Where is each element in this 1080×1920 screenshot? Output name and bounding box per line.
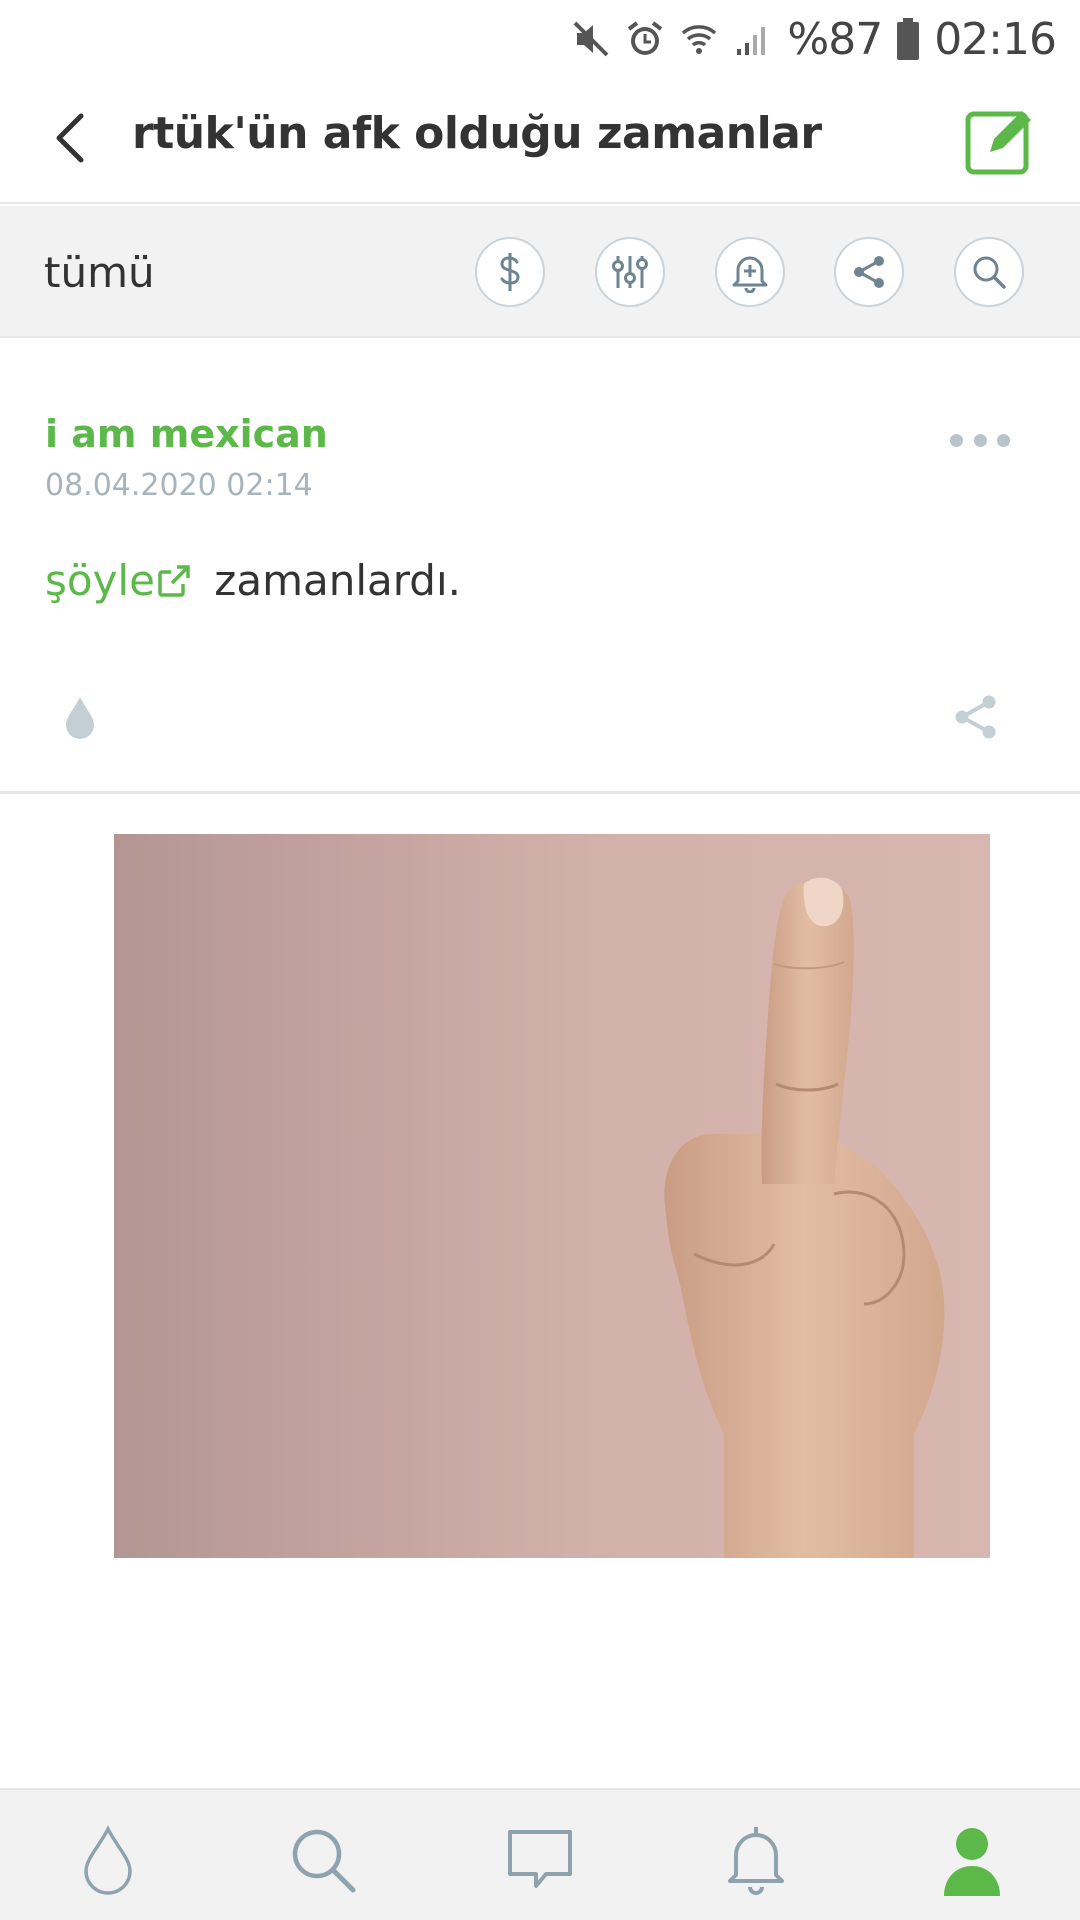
nav-search[interactable] [283, 1820, 363, 1900]
entry-share-button[interactable] [952, 693, 1002, 743]
nav-notifications[interactable] [716, 1820, 796, 1900]
dollar-icon [500, 253, 520, 291]
entry-body: şöyle zamanlardı. [45, 556, 461, 605]
back-button[interactable] [40, 106, 100, 170]
bottom-navigation [0, 1788, 1080, 1920]
write-entry-button[interactable] [964, 102, 1038, 176]
mute-icon [573, 21, 609, 57]
entry-link[interactable]: şöyle [45, 556, 155, 605]
status-icons: %87 02:16 [571, 13, 1057, 65]
search-in-topic-button[interactable] [954, 237, 1024, 307]
entry-author[interactable]: i am mexican [45, 412, 328, 456]
nav-today[interactable] [68, 1820, 148, 1900]
more-dot [973, 433, 987, 447]
sliders-icon [612, 256, 648, 288]
share-icon [955, 695, 996, 739]
topic-toolbar: tümü [0, 206, 1080, 338]
filter-settings-button[interactable] [595, 237, 665, 307]
topic-header: rtük'ün afk olduğu zamanlar [0, 76, 1080, 204]
share-icon [854, 256, 884, 288]
search-icon [973, 256, 1006, 289]
nav-messages[interactable] [500, 1820, 580, 1900]
favorite-drop-button[interactable] [60, 693, 100, 743]
battery-icon [897, 18, 920, 60]
search-icon [292, 1829, 356, 1893]
pencil-icon [965, 107, 1033, 175]
battery-percent: %87 [787, 13, 883, 65]
filter-selector[interactable]: tümü [44, 248, 155, 297]
entry-more-button[interactable] [950, 428, 1010, 452]
status-bar: %87 02:16 [0, 0, 1080, 76]
entry-text: zamanlardı. [200, 556, 461, 605]
nav-profile[interactable] [932, 1820, 1012, 1900]
linked-image[interactable] [114, 834, 990, 1558]
share-topic-button[interactable] [834, 237, 904, 307]
external-link-icon [158, 564, 190, 597]
hand-illustration [664, 877, 945, 1558]
user-icon [944, 1828, 1000, 1896]
bell-icon [728, 1827, 784, 1895]
more-dot [950, 433, 963, 447]
drop-icon [84, 1825, 132, 1895]
page-title: rtük'ün afk olduğu zamanlar [132, 108, 822, 159]
drop-icon [66, 697, 94, 739]
signal-icon [737, 27, 766, 55]
chat-icon [508, 1830, 572, 1888]
chevron-left-icon [56, 113, 84, 163]
alarm-icon [628, 21, 663, 55]
entry-card: i am mexican 08.04.2020 02:14 şöyle zama… [0, 338, 1080, 794]
donate-button[interactable] [475, 237, 545, 307]
clock: 02:16 [934, 13, 1057, 65]
wifi-icon [682, 25, 717, 54]
more-dot [997, 433, 1010, 447]
entry-date[interactable]: 08.04.2020 02:14 [45, 468, 313, 503]
bell-plus-icon [732, 256, 768, 293]
follow-topic-button[interactable] [715, 237, 785, 307]
